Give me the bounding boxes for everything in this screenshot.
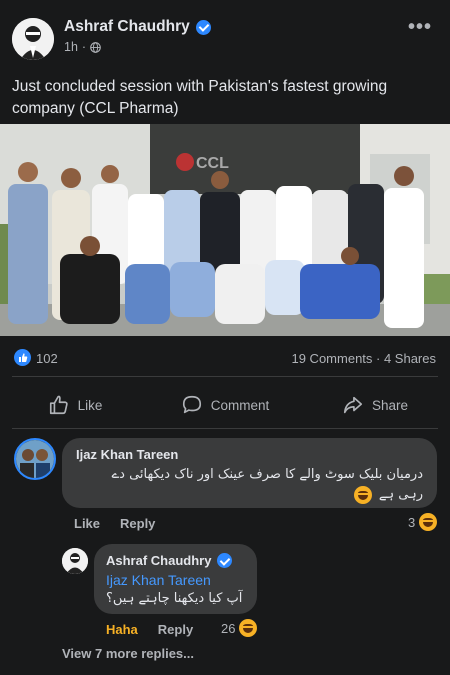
group-people <box>8 162 424 328</box>
post-meta: 1h · <box>64 40 101 54</box>
author-name-text[interactable]: Ashraf Chaudhry <box>64 18 190 36</box>
like-button[interactable]: Like <box>0 382 150 428</box>
reply-actions: Haha Reply <box>106 622 193 637</box>
commenter-avatar[interactable] <box>14 438 56 480</box>
author-avatar[interactable] <box>12 18 54 60</box>
haha-reaction-button[interactable]: Haha <box>106 622 138 637</box>
replier-avatar[interactable] <box>62 548 88 574</box>
share-button[interactable]: Share <box>300 382 450 428</box>
commenter-name[interactable]: Ijaz Khan Tareen <box>76 447 178 462</box>
thumbs-up-icon <box>49 395 68 415</box>
post-header: Ashraf Chaudhry 1h · ••• <box>0 0 450 70</box>
laughing-emoji-icon <box>353 485 372 504</box>
dot-separator: · <box>81 40 87 54</box>
comment-button[interactable]: Comment <box>150 382 300 428</box>
comment-actions: Like Reply <box>74 516 155 531</box>
comment-bubble[interactable]: Ijaz Khan Tareen درمیان بلیک سوٹ والے کا… <box>62 438 437 508</box>
mention-link[interactable]: Ijaz Khan Tareen <box>106 572 211 588</box>
reply-reactions[interactable]: 26 <box>221 619 258 637</box>
replier-name[interactable]: Ashraf Chaudhry <box>106 553 233 568</box>
comment-reactions[interactable]: 3 <box>408 513 438 531</box>
post-text: Just concluded session with Pakistan's f… <box>12 78 388 117</box>
verified-badge-icon <box>217 553 233 568</box>
comment-reply-button[interactable]: Reply <box>120 516 155 531</box>
reply-text: آپ کیا دیکھنا چاہتے ہیں؟ <box>106 591 243 606</box>
like-reaction-icon <box>14 349 31 366</box>
replier-name-text[interactable]: Ashraf Chaudhry <box>106 553 211 568</box>
share-label: Share <box>371 397 409 413</box>
like-count[interactable]: 102 <box>36 351 58 366</box>
verified-badge-icon <box>195 19 211 35</box>
comment-item: Ijaz Khan Tareen درمیان بلیک سوٹ والے کا… <box>0 436 450 536</box>
post-actions: Like Comment Share <box>0 382 450 428</box>
reply-reaction-count: 26 <box>221 620 236 636</box>
more-options-icon[interactable]: ••• <box>408 16 432 39</box>
like-label: Like <box>77 397 103 413</box>
comment-like-button[interactable]: Like <box>74 516 100 531</box>
comment-text-content: درمیان بلیک سوٹ والے کا صرف عینک اور ناک… <box>111 467 423 502</box>
comment-text: درمیان بلیک سوٹ والے کا صرف عینک اور ناک… <box>83 465 423 505</box>
reply-item: Ashraf Chaudhry Ijaz Khan Tareen آپ کیا … <box>0 542 450 642</box>
view-more-replies-link[interactable]: View 7 more replies... <box>62 646 194 661</box>
comment-reaction-count: 3 <box>408 514 416 530</box>
share-arrow-icon <box>343 396 363 414</box>
comment-label: Comment <box>210 397 270 413</box>
comments-shares-count[interactable]: 19 Comments · 4 Shares <box>291 351 436 366</box>
haha-reaction-icon <box>419 513 438 531</box>
post-photo[interactable]: CCL <box>0 124 450 336</box>
globe-icon <box>90 41 101 53</box>
reply-button[interactable]: Reply <box>158 622 193 637</box>
photo-sign: CCL <box>196 155 229 172</box>
divider <box>12 428 438 429</box>
post-time[interactable]: 1h <box>64 40 78 54</box>
author-name[interactable]: Ashraf Chaudhry <box>64 18 211 36</box>
comment-icon <box>182 395 201 414</box>
divider <box>12 376 438 377</box>
post-stats: 102 19 Comments · 4 Shares <box>0 344 450 372</box>
reply-bubble[interactable]: Ashraf Chaudhry Ijaz Khan Tareen آپ کیا … <box>94 544 257 614</box>
haha-reaction-icon <box>239 619 258 637</box>
